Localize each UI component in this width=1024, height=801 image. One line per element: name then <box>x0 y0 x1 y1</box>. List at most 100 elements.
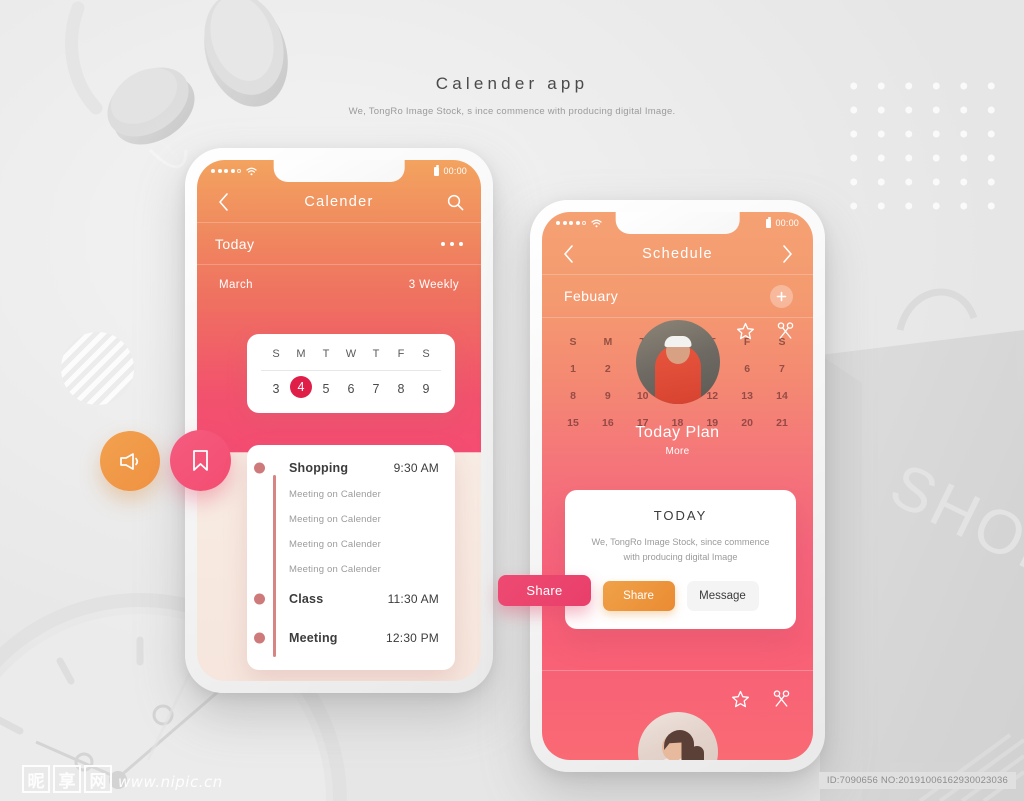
phone2-title: Schedule <box>642 246 713 262</box>
date-cell[interactable]: 1 <box>560 363 586 375</box>
today-card: TODAY We, TongRo Image Stock, since comm… <box>565 490 796 630</box>
phone2-navbar: Schedule <box>542 234 813 274</box>
calendar-top-icons <box>736 322 795 341</box>
scissors-icon[interactable] <box>776 322 795 341</box>
speaker-fab[interactable] <box>100 431 160 491</box>
share-pill-label: Share <box>526 583 563 598</box>
status-time: 00:00 <box>775 218 799 228</box>
day-label: F <box>397 348 405 360</box>
date-cell[interactable]: 13 <box>734 390 760 402</box>
watermark-char: 昵 <box>22 765 50 793</box>
phone1-navbar: Calender <box>197 182 481 222</box>
date-cell[interactable]: 6 <box>340 382 362 396</box>
add-event-button[interactable] <box>770 284 793 308</box>
date-cell[interactable]: 8 <box>560 390 586 402</box>
schedule-row[interactable]: Class 11:30 AM <box>254 592 439 606</box>
back-button[interactable] <box>558 244 578 264</box>
bookmark-fab[interactable] <box>170 430 231 491</box>
date-cell[interactable]: 3 <box>265 382 287 396</box>
schedule-card: Shopping 9:30 AM Meeting on Calender Mee… <box>247 445 455 670</box>
week-strip-card: S M T W T F S 3 4 5 6 7 8 9 <box>247 334 455 413</box>
today-card-actions: Share Message <box>583 581 778 612</box>
star-icon[interactable] <box>731 690 750 709</box>
phone-mockup-calendar: 00:00 Calender Today March 3 Weekly S M … <box>185 148 493 693</box>
day-label: M <box>603 336 613 348</box>
today-plan-title: Today Plan <box>635 424 720 441</box>
month-row: March 3 Weekly <box>197 265 481 305</box>
phone2-screen: 00:00 Schedule Febuary S M F S 1 2 6 7 8… <box>542 212 813 760</box>
calendar-grid: S M T W T F S 1 2 3 4 5 6 7 8 9 10 <box>542 318 813 457</box>
scissors-icon[interactable] <box>772 690 791 709</box>
share-pill-button[interactable]: Share <box>498 575 591 606</box>
month-row: Febuary <box>542 275 813 317</box>
week-label: 3 Weekly <box>408 279 459 291</box>
message-button[interactable]: Message <box>686 581 759 612</box>
date-cell[interactable]: 6 <box>734 363 760 375</box>
search-icon <box>447 194 463 210</box>
date-cell[interactable]: 9 <box>595 390 621 402</box>
woman-photo[interactable] <box>637 712 718 760</box>
id-badge: ID:7090656 NO:20191006162930023036 <box>818 772 1016 789</box>
date-cell[interactable]: 7 <box>365 382 387 396</box>
schedule-title: Meeting <box>289 631 338 645</box>
today-plan-more[interactable]: More <box>542 446 813 457</box>
schedule-subitem[interactable]: Meeting on Calender <box>265 539 439 550</box>
today-card-body: We, TongRo Image Stock, since commence w… <box>583 535 778 565</box>
page-title: Calender app <box>435 74 589 93</box>
more-horizontal-icon[interactable] <box>441 241 463 246</box>
page-header: Calender app We, TongRo Image Stock, s i… <box>0 74 1024 117</box>
today-row[interactable]: Today <box>197 223 481 264</box>
week-separator <box>261 370 441 371</box>
back-button[interactable] <box>213 192 233 212</box>
today-card-title: TODAY <box>653 508 708 523</box>
date-cell[interactable]: 5 <box>315 382 337 396</box>
week-day-labels: S M T W T F S <box>259 348 443 360</box>
date-cell[interactable]: 7 <box>769 363 795 375</box>
status-time: 00:00 <box>443 166 467 176</box>
schedule-subitem[interactable]: Meeting on Calender <box>265 489 439 500</box>
date-cell[interactable]: 2 <box>595 363 621 375</box>
share-button[interactable]: Share <box>602 581 675 612</box>
today-plan-overlay: Today Plan More <box>542 424 813 457</box>
page-subtitle: We, TongRo Image Stock, s ince commence … <box>348 106 676 117</box>
watermark-url: www.nipic.cn <box>118 773 223 791</box>
timeline-dot <box>254 632 265 644</box>
phone2-status-bar: 00:00 <box>542 212 813 234</box>
bookmark-icon <box>193 449 208 471</box>
watermark-logo: 昵 享 网 <box>22 765 112 793</box>
phone1-title: Calender <box>304 194 374 210</box>
date-cell[interactable]: 8 <box>390 382 412 396</box>
chevron-left-icon <box>563 245 573 263</box>
day-label: S <box>569 336 577 348</box>
woman-ponytail <box>690 745 705 760</box>
shopping-bag-icon: SHOPPING <box>820 288 1024 801</box>
runner-photo[interactable] <box>635 320 720 404</box>
date-cell-selected[interactable]: 4 <box>290 376 312 398</box>
signal-dots-icon <box>211 169 241 173</box>
today-label: Today <box>215 235 255 252</box>
month-label: Febuary <box>564 288 619 304</box>
schedule-row[interactable]: Meeting 12:30 PM <box>254 631 439 645</box>
timeline-dot <box>254 593 265 605</box>
star-icon[interactable] <box>736 322 755 341</box>
date-cell[interactable]: 14 <box>769 390 795 402</box>
schedule-subitem[interactable]: Meeting on Calender <box>265 564 439 575</box>
background-scene: SHOPPING <box>0 0 1024 801</box>
bottom-icons <box>731 690 791 709</box>
phone1-status-bar: 00:00 <box>197 160 481 182</box>
today-card-body-line1: We, TongRo Image Stock, since commence <box>591 537 770 547</box>
wifi-icon <box>591 219 602 227</box>
battery-icon <box>434 165 440 176</box>
schedule-row[interactable]: Shopping 9:30 AM <box>254 461 439 475</box>
day-label: T <box>372 348 380 360</box>
signal-dots-icon <box>556 221 586 225</box>
day-label: M <box>296 348 306 360</box>
forward-button[interactable] <box>777 244 797 264</box>
search-button[interactable] <box>445 192 465 212</box>
date-cell[interactable]: 9 <box>415 382 437 396</box>
battery-icon <box>766 217 772 228</box>
schedule-subitem[interactable]: Meeting on Calender <box>265 514 439 525</box>
runner-cap <box>664 335 691 347</box>
schedule-time: 9:30 AM <box>393 461 439 475</box>
day-label: T <box>322 348 330 360</box>
